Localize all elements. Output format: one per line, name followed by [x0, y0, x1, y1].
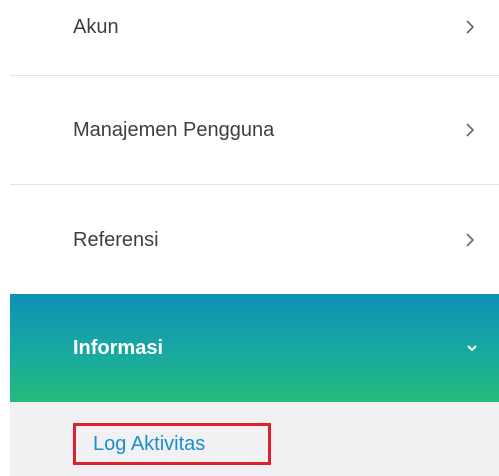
menu-item-label: Informasi	[73, 336, 164, 359]
sidebar-menu: Akun Manajemen Pengguna Referensi Inform…	[0, 0, 499, 476]
submenu-link-log-aktivitas[interactable]: Log Aktivitas	[73, 423, 271, 465]
menu-item-label: Referensi	[73, 228, 159, 251]
chevron-right-icon	[459, 119, 481, 141]
chevron-right-icon	[459, 16, 481, 38]
chevron-right-icon	[459, 229, 481, 251]
menu-item-manajemen-pengguna[interactable]: Manajemen Pengguna	[10, 76, 499, 184]
menu-item-informasi[interactable]: Informasi	[10, 294, 499, 402]
menu-item-label: Akun	[73, 15, 119, 38]
chevron-down-icon	[461, 337, 483, 359]
menu-item-akun[interactable]: Akun	[10, 0, 499, 54]
submenu-informasi: Log Aktivitas	[10, 402, 499, 476]
menu-item-label: Manajemen Pengguna	[73, 118, 275, 141]
menu-divider	[10, 184, 499, 185]
menu-item-referensi[interactable]: Referensi	[10, 186, 499, 294]
